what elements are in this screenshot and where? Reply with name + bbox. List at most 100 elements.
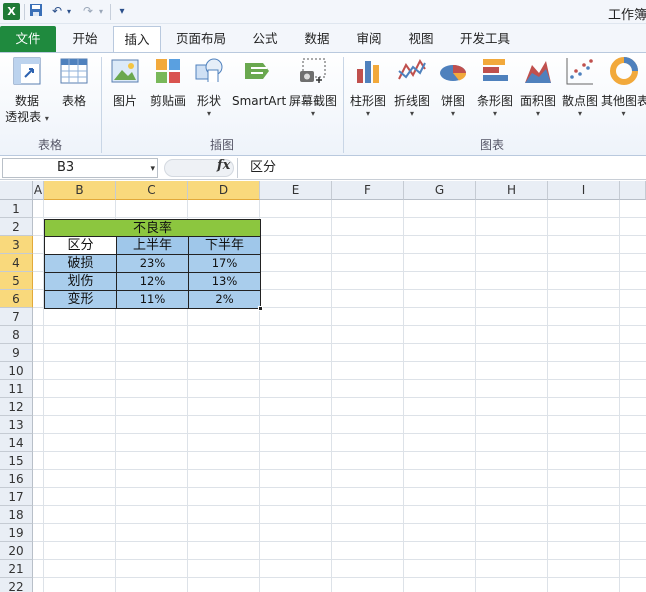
- undo-icon[interactable]: ↶: [49, 3, 65, 20]
- table-header-cell[interactable]: 下半年: [188, 236, 261, 255]
- table-cell[interactable]: 13%: [188, 272, 261, 291]
- group-label-charts: 图表: [479, 138, 504, 152]
- table-header-cell[interactable]: 上半年: [116, 236, 189, 255]
- smartart-icon: [243, 55, 275, 87]
- row-header-11[interactable]: 11: [0, 380, 33, 398]
- name-box-dropdown-icon[interactable]: ▾: [150, 160, 155, 178]
- pivot-table-label-2: 透视表 ▾: [5, 110, 49, 124]
- insert-function-icon[interactable]: fx: [217, 158, 230, 173]
- table-cell[interactable]: 变形: [44, 290, 117, 309]
- row-header-9[interactable]: 9: [0, 344, 33, 362]
- scatter-chart-icon: [564, 55, 596, 87]
- worksheet-grid[interactable]: A B C D E F G H I 1 2 3 4 5 6 7 8 9 10 11 12 13 14 15 16 17 18 19 20…: [0, 181, 646, 592]
- row-header-12[interactable]: 12: [0, 398, 33, 416]
- column-header-d[interactable]: D: [188, 181, 260, 200]
- table-cell[interactable]: 17%: [188, 254, 261, 273]
- column-header-a[interactable]: A: [33, 181, 44, 200]
- scatter-chart-button[interactable]: 散点图 ▾: [560, 55, 600, 119]
- pie-chart-icon: [437, 55, 469, 87]
- row-header-13[interactable]: 13: [0, 416, 33, 434]
- column-header-e[interactable]: E: [260, 181, 332, 200]
- pivot-table-button[interactable]: 数据 透视表 ▾: [4, 55, 50, 125]
- tab-developer[interactable]: 开发工具: [452, 26, 518, 52]
- column-header-h[interactable]: H: [476, 181, 548, 200]
- ribbon-tabs: 文件 开始 插入 页面布局 公式 数据 审阅 视图 开发工具: [0, 24, 646, 52]
- table-label: 表格: [61, 94, 86, 108]
- gridline: [33, 433, 646, 434]
- row-header-17[interactable]: 17: [0, 488, 33, 506]
- row-header-10[interactable]: 10: [0, 362, 33, 380]
- row-header-22[interactable]: 22: [0, 578, 33, 592]
- clipart-button[interactable]: 剪贴画: [146, 55, 190, 109]
- row-header-3[interactable]: 3: [0, 236, 33, 254]
- gridline: [403, 200, 404, 592]
- tab-home[interactable]: 开始: [62, 26, 108, 52]
- tab-view[interactable]: 视图: [398, 26, 444, 52]
- name-box[interactable]: B3 ▾: [2, 158, 158, 178]
- table-cell[interactable]: 12%: [116, 272, 189, 291]
- line-chart-button[interactable]: 折线图 ▾: [390, 55, 434, 119]
- row-header-15[interactable]: 15: [0, 452, 33, 470]
- table-button[interactable]: 表格: [54, 55, 94, 109]
- row-header-21[interactable]: 21: [0, 560, 33, 578]
- table-cell[interactable]: 划伤: [44, 272, 117, 291]
- picture-button[interactable]: 图片: [106, 55, 144, 109]
- row-header-19[interactable]: 19: [0, 524, 33, 542]
- table-header-cell[interactable]: 区分: [44, 236, 117, 255]
- pie-chart-label: 饼图: [440, 94, 465, 108]
- row-header-7[interactable]: 7: [0, 308, 33, 326]
- tab-insert[interactable]: 插入: [113, 26, 161, 52]
- shapes-button[interactable]: 形状 ▾: [192, 55, 226, 119]
- divider: [110, 4, 111, 20]
- bar-chart-button[interactable]: 条形图 ▾: [474, 55, 516, 119]
- table-cell[interactable]: 破损: [44, 254, 117, 273]
- table-cell[interactable]: 11%: [116, 290, 189, 309]
- column-header-f[interactable]: F: [332, 181, 404, 200]
- table-cell[interactable]: 23%: [116, 254, 189, 273]
- screenshot-button[interactable]: 屏幕截图 ▾: [288, 55, 338, 119]
- pie-chart-button[interactable]: 饼图 ▾: [436, 55, 470, 119]
- column-header-c[interactable]: C: [116, 181, 188, 200]
- row-header-18[interactable]: 18: [0, 506, 33, 524]
- table-title-cell[interactable]: 不良率: [44, 219, 261, 237]
- excel-logo-icon: X: [3, 3, 20, 20]
- name-box-value: B3: [57, 160, 75, 175]
- row-header-16[interactable]: 16: [0, 470, 33, 488]
- line-chart-dropdown-icon: ▾: [409, 109, 414, 118]
- formula-input[interactable]: 区分: [237, 158, 646, 178]
- select-all-corner[interactable]: [0, 181, 33, 200]
- tab-formulas[interactable]: 公式: [242, 26, 288, 52]
- row-header-8[interactable]: 8: [0, 326, 33, 344]
- gridline: [33, 325, 646, 326]
- row-header-14[interactable]: 14: [0, 434, 33, 452]
- row-header-2[interactable]: 2: [0, 218, 33, 236]
- row-header-6[interactable]: 6: [0, 290, 33, 308]
- tab-data[interactable]: 数据: [294, 26, 340, 52]
- redo-icon[interactable]: ↷: [80, 3, 96, 20]
- smartart-button[interactable]: SmartArt: [232, 55, 286, 109]
- save-icon[interactable]: [28, 3, 44, 20]
- area-chart-button[interactable]: 面积图 ▾: [518, 55, 558, 119]
- tab-review[interactable]: 审阅: [346, 26, 392, 52]
- gridline: [475, 200, 476, 592]
- gridline: [33, 523, 646, 524]
- row-header-1[interactable]: 1: [0, 200, 33, 218]
- row-header-5[interactable]: 5: [0, 272, 33, 290]
- tab-page-layout[interactable]: 页面布局: [168, 26, 234, 52]
- column-chart-icon: [352, 55, 384, 87]
- undo-dropdown-icon[interactable]: ▾: [64, 3, 74, 20]
- table-cell[interactable]: 2%: [188, 290, 261, 309]
- row-header-4[interactable]: 4: [0, 254, 33, 272]
- row-header-20[interactable]: 20: [0, 542, 33, 560]
- column-header-g[interactable]: G: [404, 181, 476, 200]
- other-chart-button[interactable]: 其他图表 ▾: [601, 55, 646, 119]
- column-chart-button[interactable]: 柱形图 ▾: [348, 55, 388, 119]
- gridline: [33, 451, 646, 452]
- customize-toolbar-icon[interactable]: ▾: [114, 3, 130, 20]
- area-chart-icon: [522, 55, 554, 87]
- tab-file[interactable]: 文件: [0, 26, 56, 52]
- redo-dropdown-icon[interactable]: ▾: [96, 3, 106, 20]
- column-header-i[interactable]: I: [548, 181, 620, 200]
- fill-handle[interactable]: [258, 306, 263, 311]
- column-header-b[interactable]: B: [44, 181, 116, 200]
